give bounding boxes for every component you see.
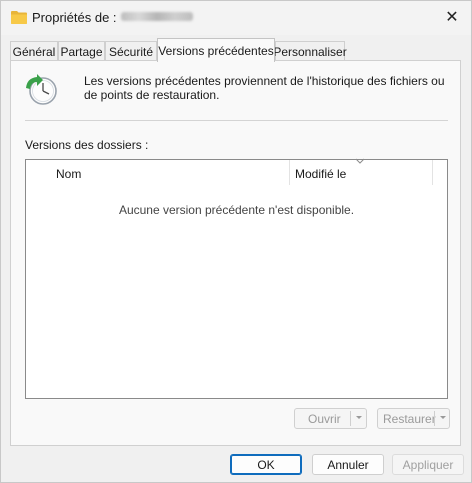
- tab-previous-versions[interactable]: Versions précédentes: [157, 38, 275, 62]
- list-header: Nom Modifié le: [26, 158, 447, 185]
- apply-button[interactable]: Appliquer: [392, 454, 464, 475]
- title-bar[interactable]: Propriétés de : ✕: [1, 1, 471, 35]
- tab-security[interactable]: Sécurité: [105, 41, 157, 61]
- info-description: Les versions précédentes proviennent de …: [84, 74, 445, 102]
- sort-chevron-icon: [355, 158, 365, 164]
- empty-list-message: Aucune version précédente n'est disponib…: [118, 203, 355, 217]
- open-split-button[interactable]: Ouvrir: [294, 408, 367, 429]
- dropdown-arrow-icon[interactable]: [438, 412, 448, 424]
- tab-panel-previous-versions: Les versions précédentes proviennent de …: [10, 60, 461, 446]
- column-header-name[interactable]: Nom: [56, 167, 81, 181]
- restore-button-label: Restaurer: [383, 412, 436, 426]
- window-title: Propriétés de :: [32, 10, 193, 25]
- tab-customize[interactable]: Personnaliser: [273, 41, 347, 61]
- column-divider[interactable]: [289, 160, 290, 185]
- section-label: Versions des dossiers :: [25, 138, 149, 152]
- split-divider: [350, 411, 351, 426]
- column-divider[interactable]: [432, 160, 433, 185]
- versions-list[interactable]: Nom Modifié le Aucune version précédente…: [25, 158, 448, 399]
- ok-button[interactable]: OK: [230, 454, 302, 475]
- close-button[interactable]: ✕: [437, 5, 467, 29]
- tab-general[interactable]: Général: [10, 41, 58, 61]
- file-history-icon: [26, 74, 57, 105]
- cancel-button[interactable]: Annuler: [312, 454, 384, 475]
- separator: [25, 120, 448, 121]
- folder-icon: [11, 11, 27, 24]
- open-button-label: Ouvrir: [308, 412, 341, 426]
- tab-sharing[interactable]: Partage: [58, 41, 105, 61]
- redacted-folder-name: [120, 12, 193, 21]
- split-divider: [434, 411, 435, 426]
- properties-dialog: Propriétés de : ✕ Général Partage Sécuri…: [0, 0, 472, 483]
- restore-split-button[interactable]: Restaurer: [377, 408, 450, 429]
- dropdown-arrow-icon[interactable]: [354, 412, 364, 424]
- column-header-modified[interactable]: Modifié le: [295, 167, 346, 181]
- close-icon: ✕: [445, 9, 459, 26]
- window-title-text: Propriétés de :: [32, 10, 117, 25]
